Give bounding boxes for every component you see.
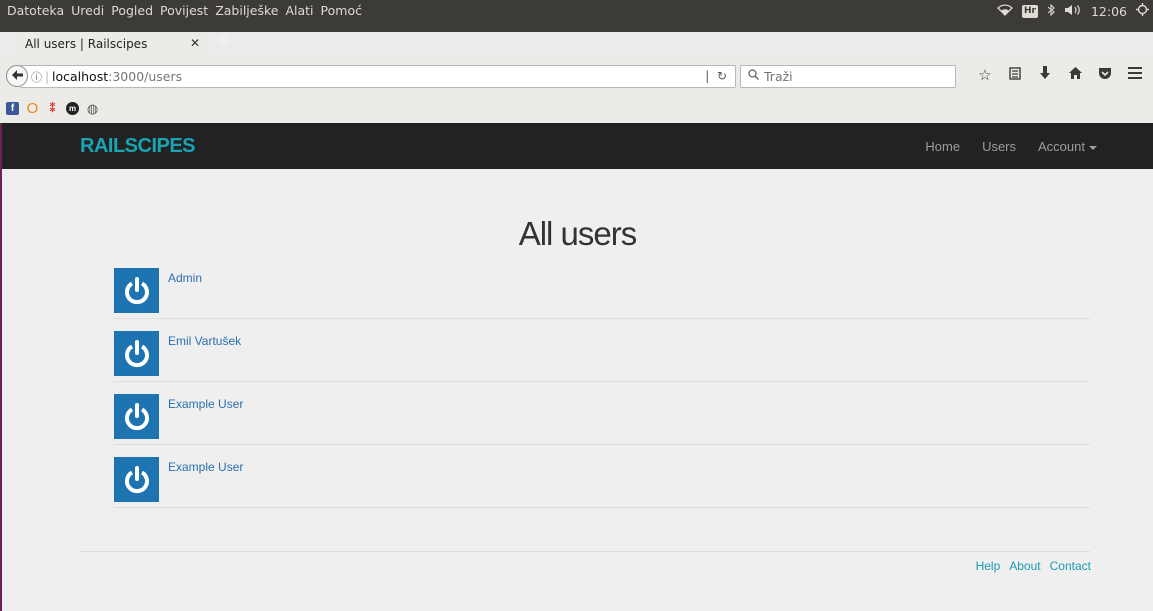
menu-view[interactable]: Pogled bbox=[111, 3, 153, 18]
system-tray: Hr 12:06 bbox=[997, 3, 1149, 19]
power-icon bbox=[124, 465, 149, 493]
footer-about-link[interactable]: About bbox=[1009, 559, 1040, 573]
hamburger-menu-icon[interactable] bbox=[1120, 66, 1150, 84]
power-settings-icon[interactable] bbox=[1136, 3, 1149, 19]
url-text[interactable]: localhost:3000/users bbox=[52, 69, 182, 84]
volume-icon[interactable] bbox=[1064, 4, 1082, 19]
facebook-bookmark-icon[interactable]: f bbox=[6, 102, 19, 115]
opera-bookmark-icon[interactable]: O bbox=[26, 100, 39, 117]
url-separator: | bbox=[45, 69, 50, 84]
caret-down-icon bbox=[1089, 145, 1097, 150]
search-input[interactable] bbox=[762, 68, 951, 85]
pocket-icon[interactable] bbox=[1090, 67, 1120, 84]
keyboard-layout-indicator[interactable]: Hr bbox=[1021, 4, 1038, 18]
download-icon[interactable] bbox=[1030, 66, 1060, 84]
nav-home-link[interactable]: Home bbox=[925, 139, 960, 154]
menu-bookmarks[interactable]: Zabilješke bbox=[215, 3, 278, 18]
nav-users-link[interactable]: Users bbox=[982, 139, 1016, 154]
user-list: Admin Emil Vartušek Example User Example… bbox=[114, 257, 1090, 508]
user-name-link[interactable]: Emil Vartušek bbox=[168, 334, 241, 348]
browser-tab[interactable]: All users | Railscipes ✕ bbox=[15, 32, 210, 57]
url-path: :3000/users bbox=[108, 69, 183, 84]
globe-bookmark-icon[interactable]: ◍ bbox=[86, 101, 99, 116]
bookmarks-bar: f O ⁑ m ◍ bbox=[0, 94, 1153, 123]
menu-tools[interactable]: Alati bbox=[285, 3, 313, 18]
list-item: Example User bbox=[114, 445, 1090, 508]
footer-contact-link[interactable]: Contact bbox=[1050, 559, 1091, 573]
menu-help[interactable]: Pomoć bbox=[321, 3, 362, 18]
dots-bookmark-icon[interactable]: ⁑ bbox=[46, 102, 59, 115]
page-title: All users bbox=[518, 215, 638, 253]
bookmark-star-icon[interactable]: ☆ bbox=[970, 66, 1000, 84]
clock[interactable]: 12:06 bbox=[1091, 4, 1127, 19]
power-icon bbox=[124, 339, 149, 367]
avatar bbox=[114, 457, 159, 502]
tab-title: All users | Railscipes bbox=[25, 37, 148, 51]
back-arrow-icon bbox=[11, 69, 23, 83]
nav-account-label: Account bbox=[1038, 139, 1085, 154]
wifi-icon[interactable] bbox=[997, 3, 1013, 19]
info-icon[interactable]: ⓘ bbox=[31, 69, 42, 85]
browser-toolbar: ⓘ | localhost:3000/users | ↻ ☆ bbox=[0, 57, 1153, 94]
footer-links: Help About Contact bbox=[976, 559, 1091, 573]
url-bar[interactable]: ⓘ | localhost:3000/users | ↻ bbox=[20, 65, 736, 88]
page-viewport: RAILSCIPES Home Users Account All users … bbox=[0, 123, 1153, 611]
app-menu: Datoteka Uredi Pogled Povijest Zabilješk… bbox=[7, 3, 362, 18]
nav-links: Home Users Account bbox=[925, 139, 1097, 154]
site-navbar: RAILSCIPES Home Users Account bbox=[2, 123, 1153, 169]
power-icon bbox=[124, 276, 149, 304]
avatar bbox=[114, 331, 159, 376]
new-tab-icon[interactable]: + bbox=[218, 30, 230, 53]
search-icon bbox=[748, 69, 759, 83]
site-brand[interactable]: RAILSCIPES bbox=[80, 135, 196, 158]
nav-account-dropdown[interactable]: Account bbox=[1038, 139, 1097, 154]
reload-icon[interactable]: | ↻ bbox=[705, 69, 727, 83]
footer-divider bbox=[79, 551, 1090, 552]
bookmarks-library-icon[interactable] bbox=[1000, 66, 1030, 84]
menu-edit[interactable]: Uredi bbox=[71, 3, 104, 18]
close-tab-icon[interactable]: ✕ bbox=[190, 36, 200, 50]
os-menu-bar: Datoteka Uredi Pogled Povijest Zabilješk… bbox=[0, 0, 1153, 32]
search-bar[interactable] bbox=[740, 65, 956, 88]
back-button[interactable] bbox=[6, 65, 28, 87]
menu-file[interactable]: Datoteka bbox=[7, 3, 64, 18]
url-host: localhost bbox=[52, 69, 109, 84]
bluetooth-icon[interactable] bbox=[1047, 3, 1055, 19]
list-item: Emil Vartušek bbox=[114, 319, 1090, 382]
m-bookmark-icon[interactable]: m bbox=[66, 102, 79, 115]
list-item: Example User bbox=[114, 382, 1090, 445]
home-icon[interactable] bbox=[1060, 66, 1090, 84]
avatar bbox=[114, 394, 159, 439]
footer-help-link[interactable]: Help bbox=[976, 559, 1001, 573]
user-name-link[interactable]: Example User bbox=[168, 397, 243, 411]
user-name-link[interactable]: Example User bbox=[168, 460, 243, 474]
avatar bbox=[114, 268, 159, 313]
toolbar-icons: ☆ bbox=[970, 66, 1150, 84]
menu-history[interactable]: Povijest bbox=[160, 3, 208, 18]
user-name-link[interactable]: Admin bbox=[168, 271, 202, 285]
power-icon bbox=[124, 402, 149, 430]
list-item: Admin bbox=[114, 257, 1090, 319]
